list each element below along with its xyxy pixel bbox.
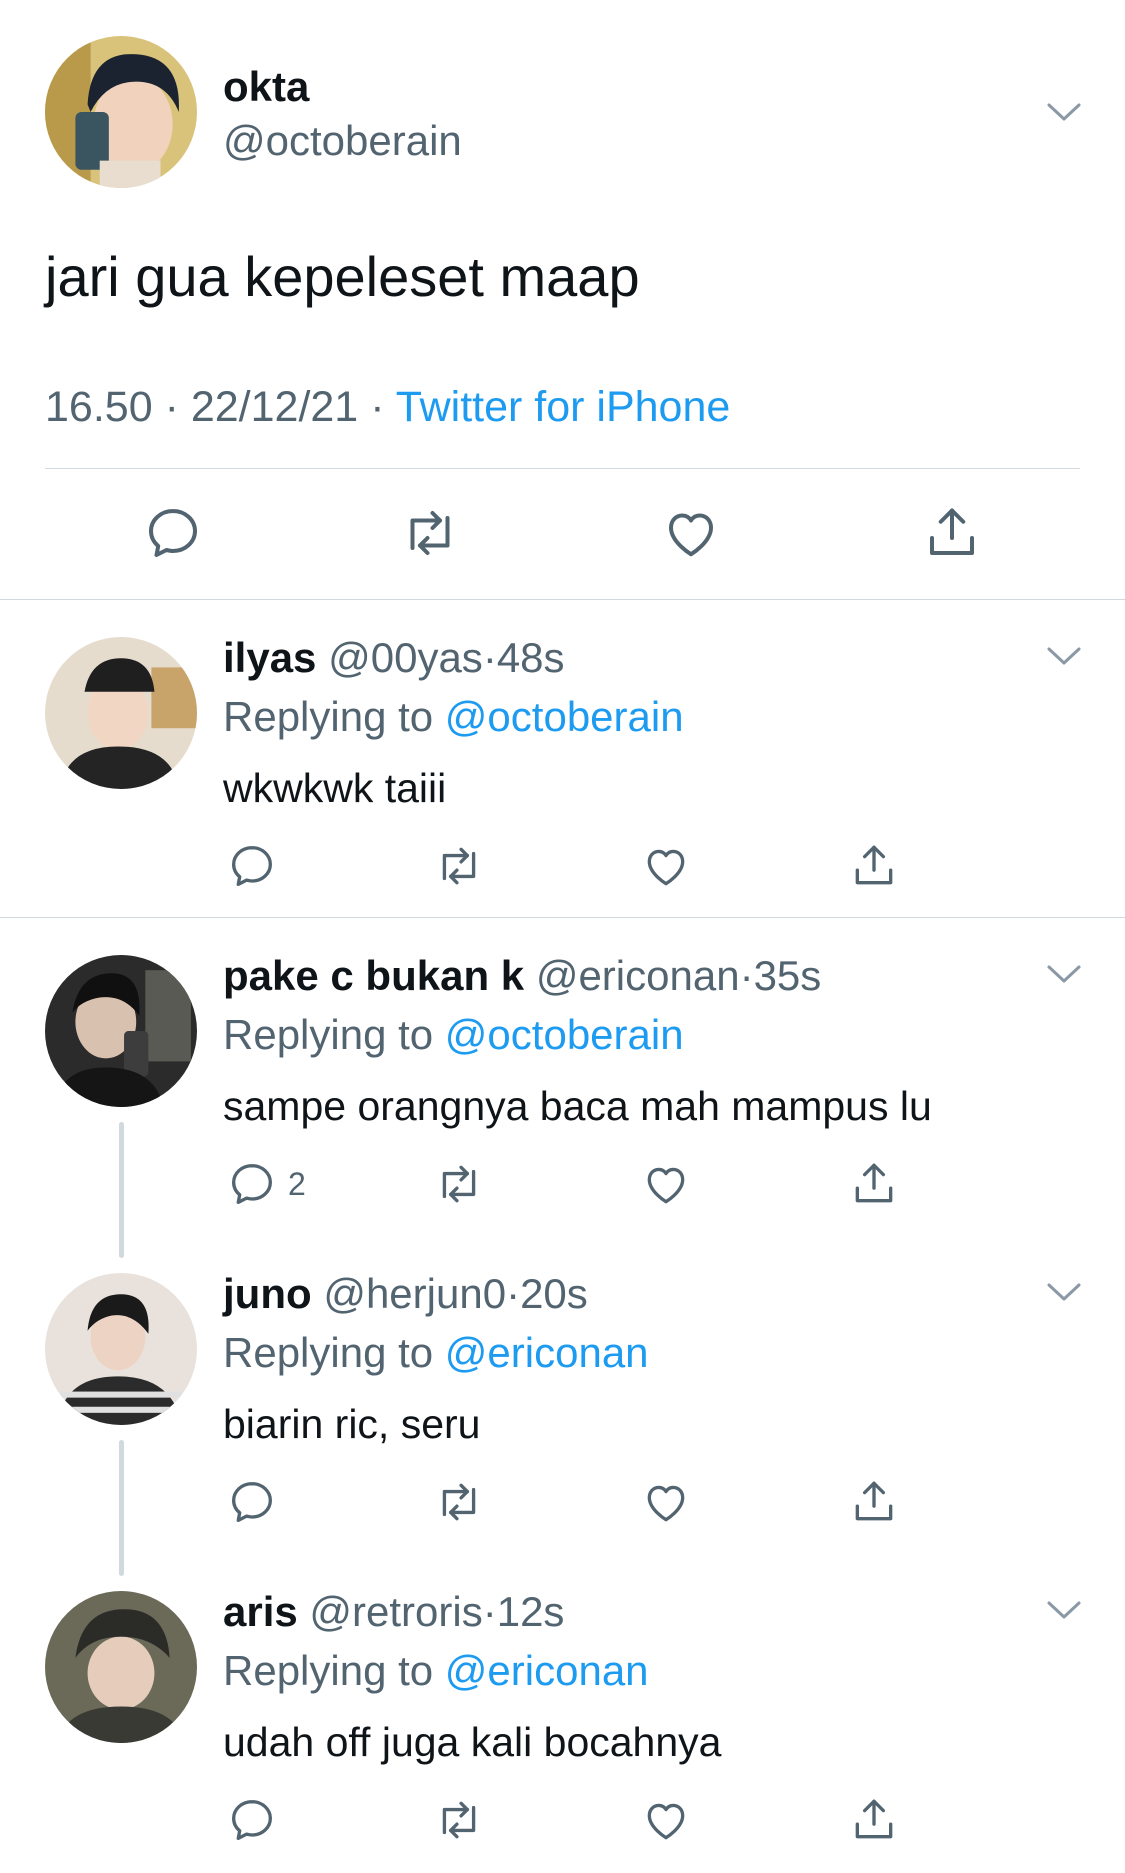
reply-time: 20s [520,1270,588,1317]
reply-header: aris @retroris·12s [223,1587,564,1637]
display-name[interactable]: okta [223,62,309,112]
mention-link[interactable]: @octoberain [445,1011,684,1058]
share-icon[interactable] [848,1159,900,1209]
heart-icon[interactable] [640,1477,692,1527]
separator: · [739,952,754,999]
chevron-down-icon[interactable] [1047,646,1081,666]
retweet-icon[interactable] [433,841,485,891]
replying-to: Replying to @octoberain [223,692,684,742]
tweet-source-link[interactable]: Twitter for iPhone [396,383,731,431]
display-name[interactable]: aris [223,1588,298,1635]
reply-text: sampe orangnya baca mah mampus lu [223,1083,932,1129]
avatar[interactable] [45,1273,197,1425]
display-name[interactable]: juno [223,1270,312,1317]
heart-icon[interactable] [661,503,721,563]
reply-icon[interactable] [226,1477,278,1527]
thread-line [119,1122,124,1258]
reply-icon[interactable] [226,841,278,891]
share-icon[interactable] [922,503,982,563]
mention-link[interactable]: @ericonan [445,1647,649,1694]
mention-link[interactable]: @octoberain [445,693,684,740]
replying-to: Replying to @ericonan [223,1328,649,1378]
reply-time: 12s [496,1588,565,1635]
divider [0,599,1125,600]
reply-time: 35s [753,952,822,999]
divider [45,468,1080,469]
avatar[interactable] [45,36,197,188]
separator: · [482,634,497,681]
display-name[interactable]: pake c bukan k [223,952,524,999]
tweet-date: 22/12/21 [190,383,359,431]
chevron-down-icon[interactable] [1047,102,1081,122]
reply-count: 2 [288,1166,306,1202]
reply-time: 48s [496,634,565,681]
reply-icon[interactable] [143,503,203,563]
handle[interactable]: @ericonan [536,952,740,999]
handle[interactable]: @00yas [328,634,483,681]
reply-header: ilyas @00yas·48s [223,633,565,683]
display-name[interactable]: ilyas [223,634,316,681]
heart-icon[interactable] [640,1159,692,1209]
reply-header: juno @herjun0·20s [223,1269,588,1319]
avatar[interactable] [45,1591,197,1743]
heart-icon[interactable] [640,841,692,891]
replying-label: Replying to [223,1329,434,1376]
replying-label: Replying to [223,693,434,740]
separator: · [370,383,385,431]
retweet-icon[interactable] [400,503,460,563]
reply-text: wkwkwk taiii [223,765,447,811]
share-icon[interactable] [848,1477,900,1527]
tweet-time: 16.50 [45,383,153,431]
handle[interactable]: @retroris [309,1588,482,1635]
heart-icon[interactable] [640,1795,692,1845]
reply-icon[interactable] [226,1159,278,1209]
tweet-text: jari gua kepeleset maap [45,245,640,308]
separator: · [164,383,179,431]
replying-to: Replying to @octoberain [223,1010,684,1060]
retweet-icon[interactable] [433,1477,485,1527]
replying-label: Replying to [223,1011,434,1058]
replying-label: Replying to [223,1647,434,1694]
reply-text: biarin ric, seru [223,1401,481,1447]
separator: · [506,1270,521,1317]
divider [0,917,1125,918]
share-icon[interactable] [848,1795,900,1845]
reply-icon[interactable] [226,1795,278,1845]
reply-text: udah off juga kali bocahnya [223,1719,722,1765]
handle[interactable]: @herjun0 [323,1270,506,1317]
chevron-down-icon[interactable] [1047,1282,1081,1302]
tweet-meta: 16.50 · 22/12/21 · Twitter for iPhone [45,382,730,432]
mention-link[interactable]: @ericonan [445,1329,649,1376]
avatar[interactable] [45,955,197,1107]
separator: · [482,1588,497,1635]
thread-line [119,1440,124,1576]
replying-to: Replying to @ericonan [223,1646,649,1696]
chevron-down-icon[interactable] [1047,964,1081,984]
chevron-down-icon[interactable] [1047,1600,1081,1620]
share-icon[interactable] [848,841,900,891]
reply-header: pake c bukan k @ericonan·35s [223,951,821,1001]
retweet-icon[interactable] [433,1795,485,1845]
retweet-icon[interactable] [433,1159,485,1209]
handle[interactable]: @octoberain [223,116,462,166]
avatar[interactable] [45,637,197,789]
